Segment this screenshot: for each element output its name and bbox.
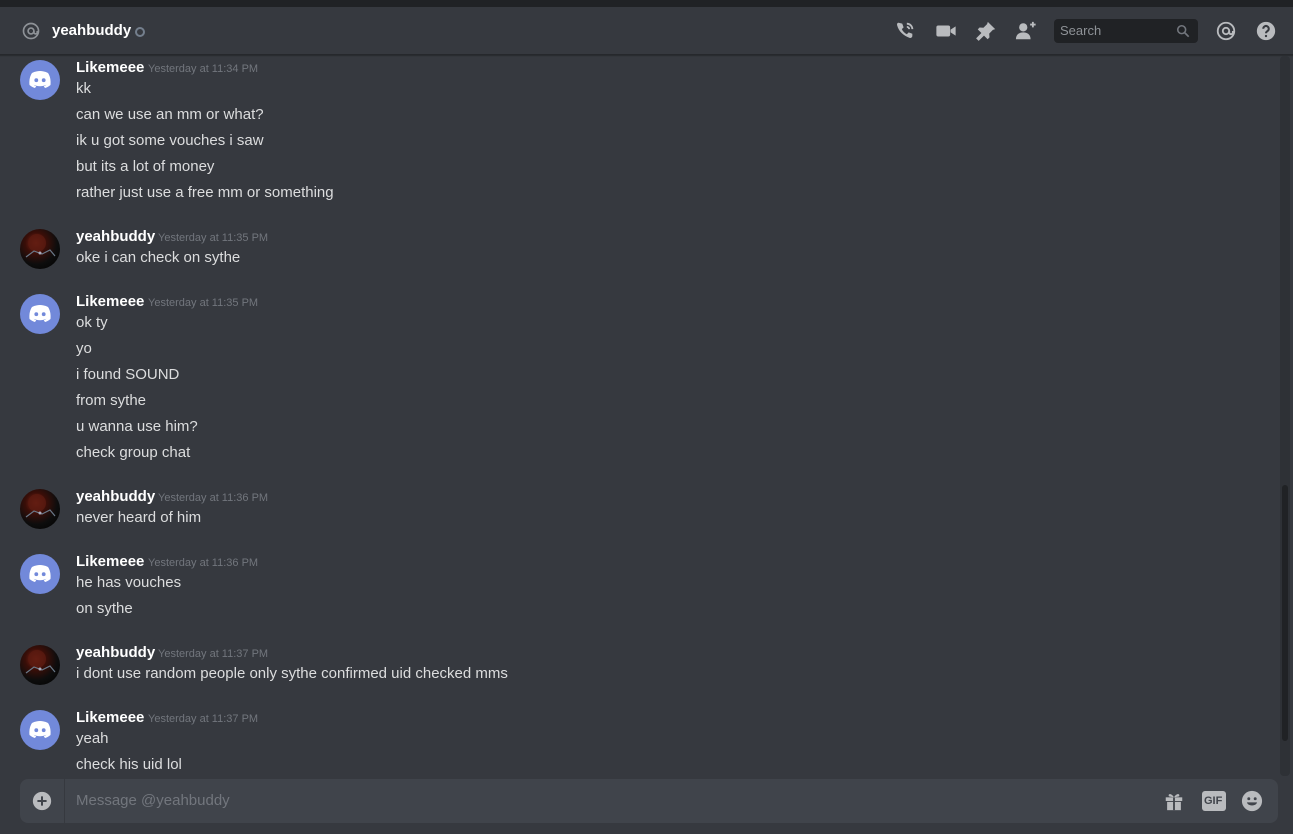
window-top-strip — [0, 0, 1293, 7]
scrollbar-thumb[interactable] — [1282, 485, 1288, 741]
message-author[interactable]: Likemeee — [76, 552, 144, 572]
message-text: ok ty — [76, 314, 108, 331]
message-text: kk — [76, 80, 91, 97]
search-box[interactable]: Search — [1054, 19, 1198, 43]
message-timestamp: Yesterday at 11:35 PM — [158, 232, 269, 244]
user-photo-icon — [25, 650, 56, 674]
discord-logo-icon — [29, 305, 51, 322]
message-list: Likemeee Yesterday at 11:34 PM kk can we… — [0, 56, 1280, 776]
gift-icon[interactable] — [1162, 790, 1186, 812]
message-text: on sythe — [76, 600, 133, 617]
message-author[interactable]: Likemeee — [76, 58, 144, 78]
message-author[interactable]: Likemeee — [76, 292, 144, 312]
add-friend-icon[interactable] — [1015, 20, 1037, 42]
message-text: i found SOUND — [76, 366, 180, 383]
message-timestamp: Yesterday at 11:37 PM — [148, 713, 259, 725]
message-text: u wanna use him? — [76, 418, 198, 435]
avatar[interactable] — [20, 645, 60, 685]
message-text: yo — [76, 340, 92, 357]
message-text: i dont use random people only sythe conf… — [76, 665, 508, 682]
gif-label: GIF — [1204, 795, 1223, 807]
discord-logo-icon — [29, 721, 51, 738]
message-author[interactable]: yeahbuddy — [76, 643, 155, 663]
avatar[interactable] — [20, 60, 60, 100]
search-placeholder: Search — [1060, 23, 1102, 38]
message-input[interactable]: Message @yeahbuddy — [76, 791, 230, 811]
voice-call-icon[interactable] — [894, 20, 916, 42]
avatar[interactable] — [20, 489, 60, 529]
avatar[interactable] — [20, 229, 60, 269]
avatar[interactable] — [20, 554, 60, 594]
message-timestamp: Yesterday at 11:35 PM — [148, 297, 259, 309]
avatar[interactable] — [20, 710, 60, 750]
add-attachment-icon[interactable] — [32, 791, 52, 811]
gif-picker-button[interactable]: GIF — [1202, 791, 1226, 811]
message-text: but its a lot of money — [76, 158, 215, 175]
message-text: from sythe — [76, 392, 147, 409]
mentions-icon[interactable] — [1215, 20, 1237, 42]
discord-logo-icon — [29, 565, 51, 582]
message-text: check group chat — [76, 444, 191, 461]
message-text: oke i can check on sythe — [76, 249, 241, 266]
message-text: rather just use a free mm or something — [76, 184, 334, 201]
avatar[interactable] — [20, 294, 60, 334]
emoji-icon[interactable] — [1240, 790, 1264, 812]
message-text: never heard of him — [76, 509, 202, 526]
message-author[interactable]: Likemeee — [76, 708, 144, 728]
message-text: can we use an mm or what? — [76, 106, 264, 123]
user-photo-icon — [25, 234, 56, 258]
channel-title: yeahbuddy — [52, 22, 132, 39]
offline-status-icon — [135, 27, 145, 37]
message-timestamp: Yesterday at 11:37 PM — [158, 648, 269, 660]
message-author[interactable]: yeahbuddy — [76, 487, 155, 507]
pinned-messages-icon[interactable] — [975, 20, 997, 42]
message-author[interactable]: yeahbuddy — [76, 227, 155, 247]
message-text: check his uid lol — [76, 756, 182, 773]
message-timestamp: Yesterday at 11:36 PM — [158, 492, 269, 504]
message-composer: Message @yeahbuddy GIF — [20, 779, 1278, 823]
at-sign-icon — [22, 22, 40, 40]
message-text: yeah — [76, 730, 109, 747]
message-text: ik u got some vouches i saw — [76, 132, 264, 149]
video-call-icon[interactable] — [935, 20, 957, 42]
composer-divider — [64, 779, 65, 823]
message-text: he has vouches — [76, 574, 182, 591]
search-icon — [1176, 24, 1190, 38]
message-timestamp: Yesterday at 11:34 PM — [148, 63, 259, 75]
message-timestamp: Yesterday at 11:36 PM — [148, 557, 259, 569]
discord-logo-icon — [29, 71, 51, 88]
channel-header: yeahbuddy Search — [0, 7, 1293, 55]
user-photo-icon — [25, 494, 56, 518]
help-icon[interactable] — [1255, 20, 1277, 42]
